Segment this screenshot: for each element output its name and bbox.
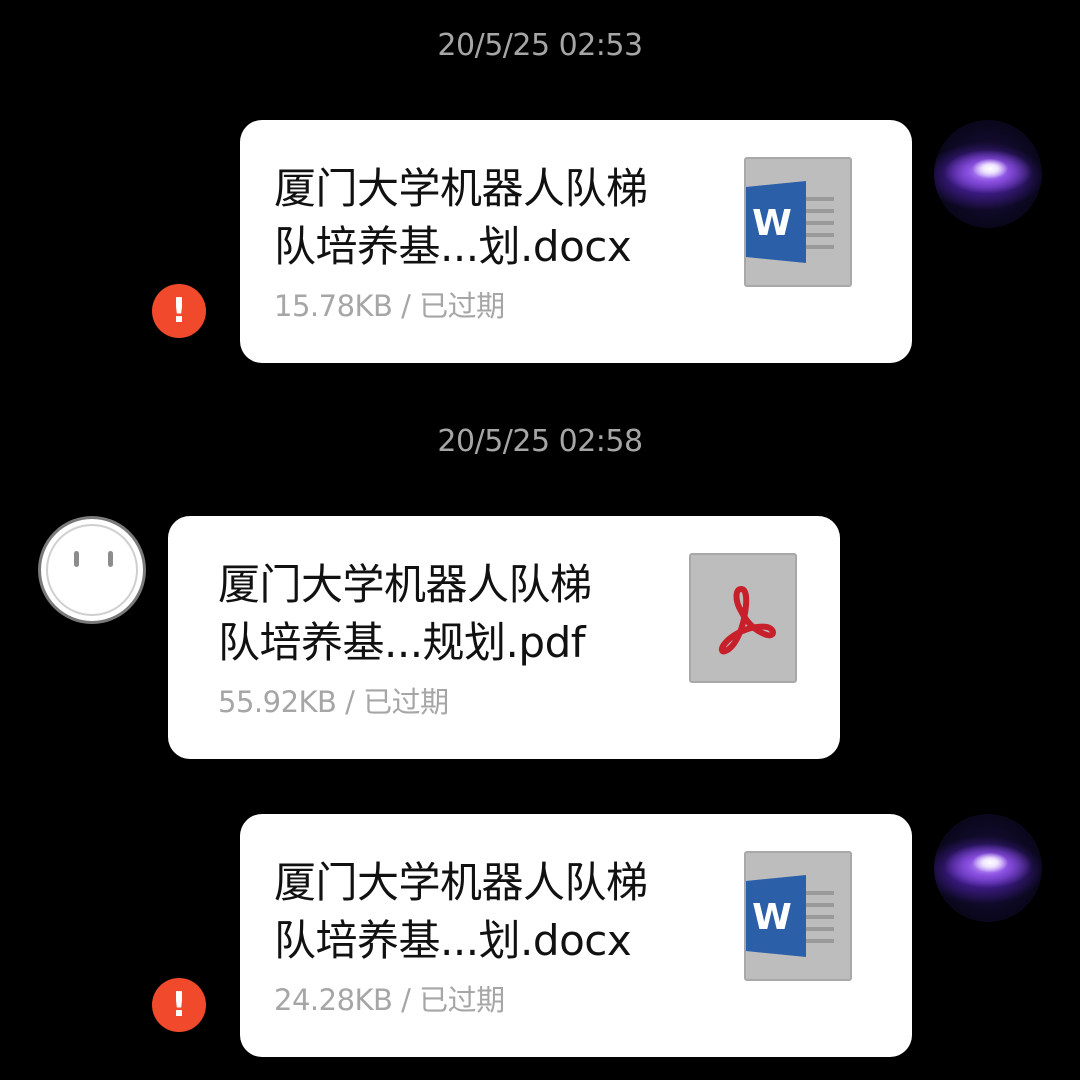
- error-icon[interactable]: !: [152, 284, 206, 338]
- avatar[interactable]: [38, 516, 146, 624]
- file-message-bubble[interactable]: 厦门大学机器人队梯 队培养基...划.docx 24.28KB / 已过期 W: [240, 814, 912, 1057]
- file-meta: 24.28KB / 已过期: [274, 983, 505, 1017]
- file-name: 厦门大学机器人队梯 队培养基...划.docx: [274, 160, 648, 276]
- timestamp: 20/5/25 02:58: [437, 424, 643, 459]
- error-icon[interactable]: !: [152, 978, 206, 1032]
- file-name-line-1: 厦门大学机器人队梯: [218, 560, 592, 609]
- file-name-line-2: 队培养基...划.docx: [274, 222, 632, 271]
- file-name: 厦门大学机器人队梯 队培养基...规划.pdf: [218, 556, 592, 672]
- file-name: 厦门大学机器人队梯 队培养基...划.docx: [274, 854, 648, 970]
- avatar-eye: [108, 551, 113, 567]
- avatar[interactable]: [934, 814, 1042, 922]
- svg-text:W: W: [752, 897, 792, 938]
- file-name-line-2: 队培养基...划.docx: [274, 916, 632, 965]
- file-meta: 15.78KB / 已过期: [274, 289, 505, 323]
- avatar-eye: [74, 551, 79, 567]
- word-doc-icon: W: [744, 157, 852, 287]
- pdf-icon: [689, 553, 797, 683]
- file-name-line-1: 厦门大学机器人队梯: [274, 164, 648, 213]
- file-message-bubble[interactable]: 厦门大学机器人队梯 队培养基...规划.pdf 55.92KB / 已过期: [168, 516, 840, 759]
- file-name-line-2: 队培养基...规划.pdf: [218, 618, 586, 667]
- word-doc-icon: W: [744, 851, 852, 981]
- file-name-line-1: 厦门大学机器人队梯: [274, 858, 648, 907]
- svg-text:W: W: [752, 203, 792, 244]
- file-message-bubble[interactable]: 厦门大学机器人队梯 队培养基...划.docx 15.78KB / 已过期 W: [240, 120, 912, 363]
- avatar[interactable]: [934, 120, 1042, 228]
- file-meta: 55.92KB / 已过期: [218, 685, 449, 719]
- timestamp: 20/5/25 02:53: [437, 28, 643, 63]
